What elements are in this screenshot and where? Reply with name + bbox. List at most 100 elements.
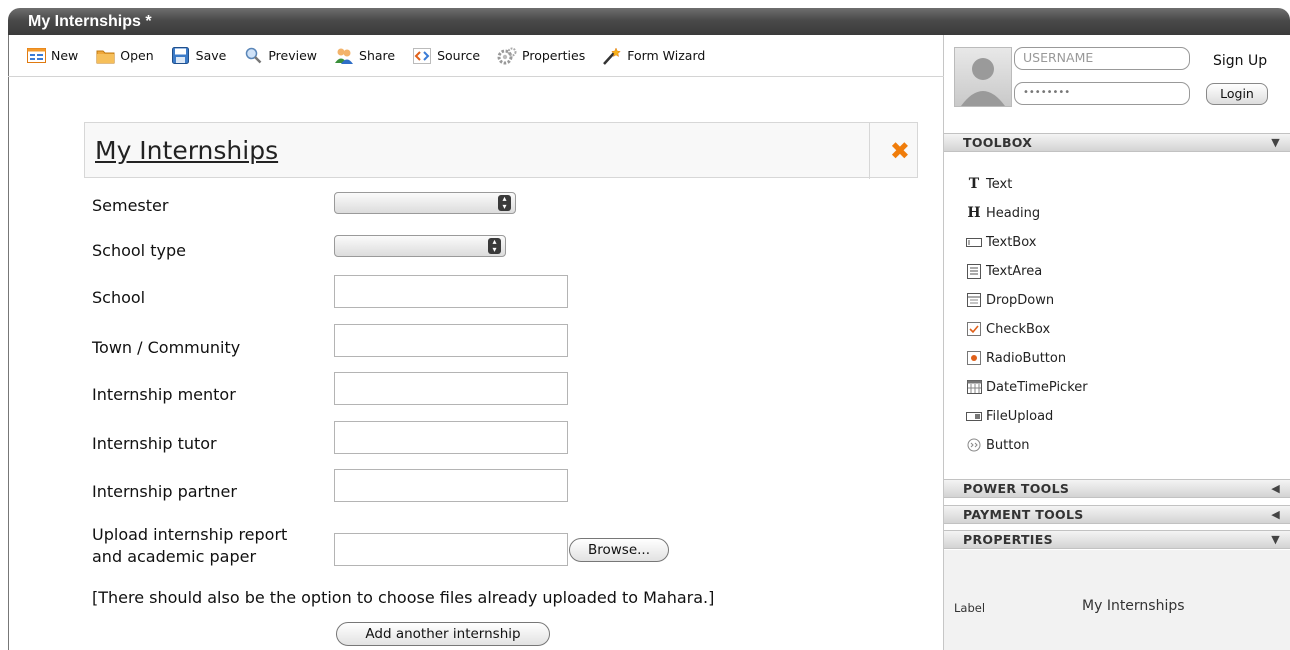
toolbox-header[interactable]: TOOLBOX ▼ xyxy=(944,133,1290,152)
town-input[interactable] xyxy=(334,324,568,357)
file-upload-icon xyxy=(966,408,982,424)
source-label: Source xyxy=(437,48,481,63)
text-t-icon: T xyxy=(968,176,980,192)
form-wizard-button[interactable]: Form Wizard xyxy=(602,46,706,65)
power-tools-header[interactable]: POWER TOOLS ◀ xyxy=(944,479,1290,498)
button-icon xyxy=(966,437,982,453)
tool-label: Button xyxy=(986,437,1030,453)
stepper-arrows-icon: ▴ ▾ xyxy=(488,238,501,254)
town-label: Town / Community xyxy=(92,338,241,357)
share-label: Share xyxy=(359,48,396,63)
payment-tools-header[interactable]: PAYMENT TOOLS ◀ xyxy=(944,505,1290,524)
properties-title: PROPERTIES xyxy=(963,532,1053,547)
form-title: My Internships xyxy=(95,136,279,165)
preview-label: Preview xyxy=(268,48,318,63)
tool-label: DropDown xyxy=(986,292,1055,308)
school-input[interactable] xyxy=(334,275,568,308)
window-title: My Internships * xyxy=(8,8,1290,35)
form-note: [There should also be the option to choo… xyxy=(92,588,715,607)
upload-label-line1: Upload internship report xyxy=(92,525,288,544)
school-label: School xyxy=(92,288,146,307)
tool-radiobutton[interactable]: RadioButton xyxy=(966,350,1066,366)
tutor-input[interactable] xyxy=(334,421,568,454)
properties-label: Properties xyxy=(522,48,586,63)
tool-label: Heading xyxy=(986,205,1041,221)
new-button[interactable]: New xyxy=(26,47,78,65)
property-value-label[interactable]: My Internships xyxy=(1082,598,1185,614)
tool-label: TextBox xyxy=(986,234,1037,250)
new-label: New xyxy=(51,48,79,63)
tutor-label: Internship tutor xyxy=(92,434,217,453)
expand-icon: ◀ xyxy=(1271,508,1280,521)
tool-datetimepicker[interactable]: DateTimePicker xyxy=(966,379,1088,395)
tool-text[interactable]: T Text xyxy=(966,176,1013,192)
login-button[interactable]: Login xyxy=(1206,83,1268,105)
tool-label: RadioButton xyxy=(986,350,1067,366)
open-label: Open xyxy=(120,48,154,63)
form-title-block[interactable]: My Internships ✖ xyxy=(84,122,918,179)
tool-fileupload[interactable]: FileUpload xyxy=(966,408,1053,424)
left-border xyxy=(8,35,9,650)
password-input[interactable]: •••••••• xyxy=(1014,82,1190,105)
partner-input[interactable] xyxy=(334,469,568,502)
textarea-icon xyxy=(966,263,982,279)
calendar-icon xyxy=(966,379,982,395)
code-source-icon xyxy=(412,47,432,65)
tool-checkbox[interactable]: CheckBox xyxy=(966,321,1050,337)
tool-textarea[interactable]: TextArea xyxy=(966,263,1042,279)
tool-label: DateTimePicker xyxy=(986,379,1088,395)
tool-dropdown[interactable]: DropDown xyxy=(966,292,1054,308)
tool-heading[interactable]: H Heading xyxy=(966,205,1040,221)
delete-icon[interactable]: ✖ xyxy=(890,137,910,165)
signup-link[interactable]: Sign Up xyxy=(1213,53,1267,69)
save-label: Save xyxy=(195,48,227,63)
mentor-input[interactable] xyxy=(334,372,568,405)
tool-textbox[interactable]: TextBox xyxy=(966,234,1036,250)
save-button[interactable]: Save xyxy=(171,47,227,65)
floppy-disk-icon xyxy=(171,47,191,65)
magnifier-icon xyxy=(243,47,263,65)
power-tools-title: POWER TOOLS xyxy=(963,481,1070,496)
property-key-label: Label xyxy=(954,601,986,615)
gears-icon xyxy=(497,47,517,65)
open-button[interactable]: Open xyxy=(95,47,154,65)
avatar xyxy=(954,47,1012,107)
textbox-icon xyxy=(966,234,982,250)
browse-button[interactable]: Browse... xyxy=(569,538,669,562)
magic-wand-icon xyxy=(602,46,622,65)
collapse-icon: ▼ xyxy=(1271,533,1280,546)
tool-label: TextArea xyxy=(986,263,1043,279)
school-type-label: School type xyxy=(92,241,186,260)
upload-file-input[interactable] xyxy=(334,533,568,566)
mentor-label: Internship mentor xyxy=(92,385,236,404)
tool-label: FileUpload xyxy=(986,408,1054,424)
tool-label: Text xyxy=(986,176,1013,192)
semester-label: Semester xyxy=(92,196,169,215)
preview-button[interactable]: Preview xyxy=(243,47,317,65)
stepper-arrows-icon: ▴ ▾ xyxy=(498,195,511,211)
properties-button[interactable]: Properties xyxy=(497,47,585,65)
share-users-icon xyxy=(334,47,354,65)
semester-select[interactable]: ▴ ▾ xyxy=(334,192,516,214)
form-wizard-label: Form Wizard xyxy=(627,48,706,63)
properties-header[interactable]: PROPERTIES ▼ xyxy=(944,530,1290,549)
tool-button[interactable]: Button xyxy=(966,437,1030,453)
radio-button-icon xyxy=(966,350,982,366)
folder-icon xyxy=(95,47,115,65)
upload-label-line2: and academic paper xyxy=(92,547,257,566)
expand-icon: ◀ xyxy=(1271,482,1280,495)
new-form-icon xyxy=(26,47,46,65)
tool-label: CheckBox xyxy=(986,321,1051,337)
add-internship-button[interactable]: Add another internship xyxy=(336,622,550,646)
payment-tools-title: PAYMENT TOOLS xyxy=(963,507,1084,522)
right-panel: USERNAME •••••••• Sign Up Login TOOLBOX … xyxy=(944,35,1290,650)
toolbar: New Open Save Preview Share Source Prope… xyxy=(8,35,944,77)
checkbox-icon xyxy=(966,321,982,337)
app-window: My Internships * New Open Save Preview S… xyxy=(0,0,1290,650)
share-button[interactable]: Share xyxy=(334,47,395,65)
source-button[interactable]: Source xyxy=(412,47,480,65)
dropdown-icon xyxy=(966,292,982,308)
username-input[interactable]: USERNAME xyxy=(1014,47,1190,70)
school-type-select[interactable]: ▴ ▾ xyxy=(334,235,506,257)
partner-label: Internship partner xyxy=(92,482,237,501)
